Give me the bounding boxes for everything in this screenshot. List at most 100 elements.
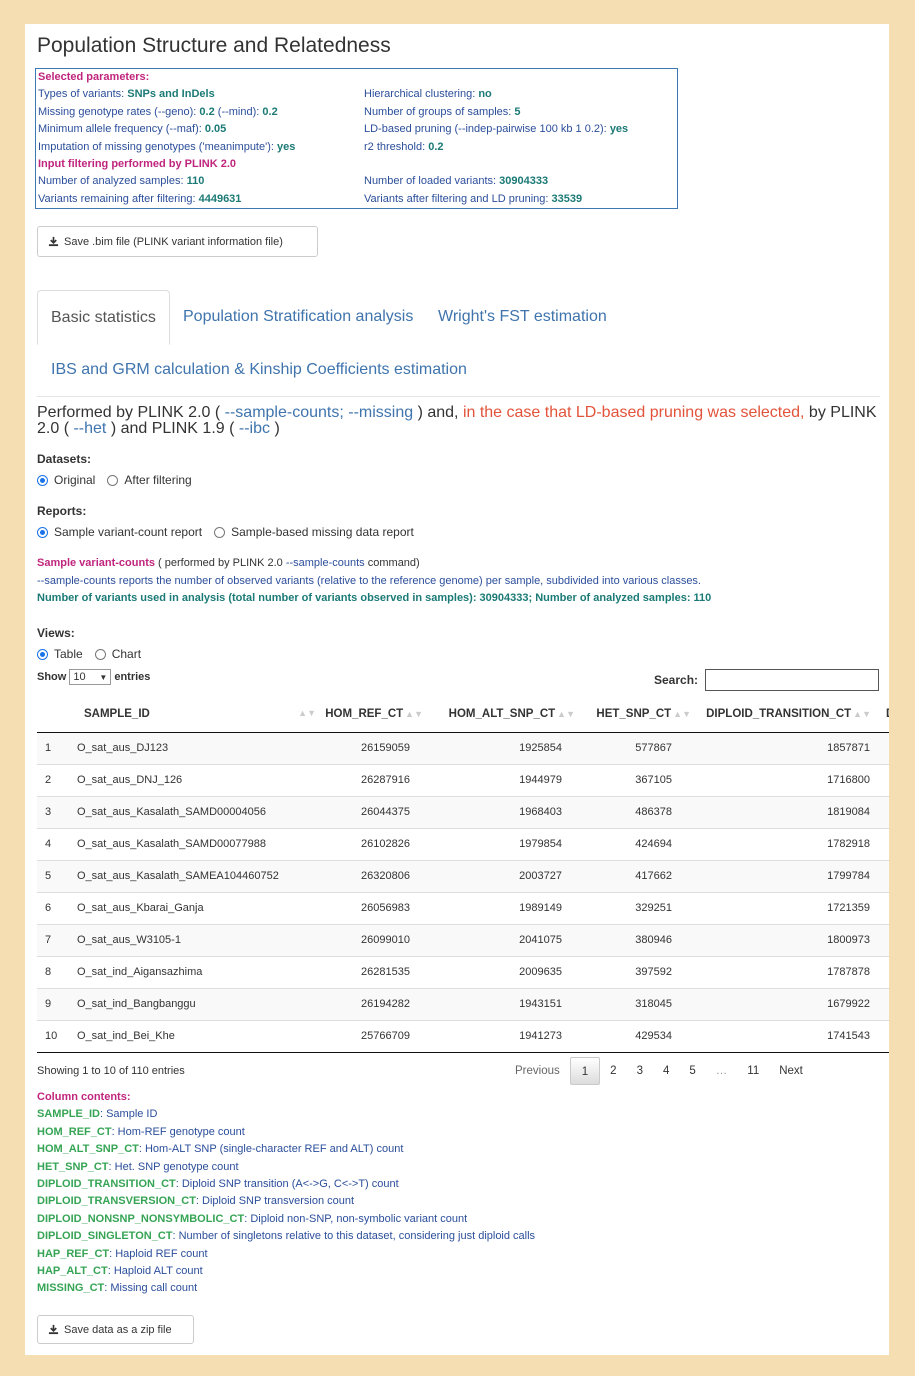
pagination-previous[interactable]: Previous [505, 1057, 570, 1085]
column-content-item: DIPLOID_NONSNP_NONSYMBOLIC_CT: Diploid n… [37, 1212, 468, 1225]
cell-truncated [872, 795, 889, 828]
cell-sample-id: O_sat_aus_Kasalath_SAMD00077988 [76, 827, 323, 860]
params-right: Hierarchical clustering: no Number of gr… [364, 69, 628, 208]
radio-unchecked-icon[interactable] [107, 474, 119, 486]
chevron-down-icon: ▼ [99, 672, 108, 682]
cell-diploid-transition-ct: 1716800 [692, 763, 872, 796]
header-het-snp-ct[interactable]: HET_SNP_CT ▲▼ [576, 696, 692, 733]
radio-unchecked-icon[interactable] [214, 526, 226, 538]
sort-icon: ▲▼ [853, 708, 871, 719]
radio-after-filtering[interactable]: After filtering [107, 473, 192, 487]
header-hom-ref-ct[interactable]: HOM_REF_CT ▲▼ [323, 696, 424, 733]
column-content-item: HET_SNP_CT: Het. SNP genotype count [37, 1160, 239, 1173]
radio-chart[interactable]: Chart [94, 647, 141, 661]
sort-icon: ▲▼ [673, 708, 691, 719]
cell-diploid-transition-ct: 1679922 [692, 987, 872, 1020]
cell-index: 1 [37, 731, 76, 764]
radio-unchecked-icon[interactable] [94, 648, 106, 660]
cell-truncated [872, 731, 889, 764]
table-info: Showing 1 to 10 of 110 entries [37, 1065, 185, 1077]
table-row[interactable]: 5 O_sat_aus_Kasalath_SAMEA104460752 263208… [37, 859, 889, 892]
cell-hom-alt-snp-ct: 1943151 [424, 987, 576, 1020]
download-icon [48, 236, 59, 247]
table-row[interactable]: 2 O_sat_aus_DNJ_126 26287916 1944979 367105 1… [37, 763, 889, 796]
cell-diploid-transition-ct: 1721359 [692, 891, 872, 924]
column-content-item: HOM_ALT_SNP_CT: Hom-ALT SNP (single-char… [37, 1143, 404, 1156]
cell-hom-ref-ct: 26320806 [323, 859, 424, 892]
cell-het-snp-ct: 318045 [576, 987, 692, 1020]
table-row[interactable]: 7 O_sat_aus_W3105-1 26099010 2041075 380946 1… [37, 923, 889, 956]
param-missing-rates: Missing genotype rates (--geno): 0.2 (--… [38, 105, 278, 118]
sample-counts-table: SAMPLE_ID ▲▼ HOM_REF_CT ▲▼ HOM_ALT_SNP_CT ▲… [37, 696, 889, 1053]
column-content-item: MISSING_CT: Missing call count [37, 1282, 198, 1295]
page-5[interactable]: 5 [679, 1057, 705, 1085]
table-row[interactable]: 9 O_sat_ind_Bangbanggu 26194282 1943151 3180… [37, 987, 889, 1020]
page-11[interactable]: 11 [737, 1057, 769, 1085]
cell-diploid-transition-ct: 1819084 [692, 795, 872, 828]
sort-icon: ▲▼ [298, 707, 316, 718]
header-truncated[interactable]: D [872, 696, 889, 733]
radio-checked-icon[interactable] [37, 648, 48, 660]
params-left: Selected parameters: Types of variants: … [38, 69, 295, 208]
svc-description: --sample-counts reports the number of ob… [37, 574, 701, 587]
save-bim-button[interactable]: Save .bim file (PLINK variant informatio… [37, 226, 318, 257]
cell-diploid-transition-ct: 1741543 [692, 1019, 872, 1053]
header-index [37, 696, 76, 733]
filter-header: Input filtering performed by PLINK 2.0 [38, 158, 237, 171]
analyzed-samples: Number of analyzed samples: 110 [38, 175, 205, 188]
tab-ibs-grm[interactable]: IBS and GRM calculation & Kinship Coeffi… [51, 361, 467, 379]
page-3[interactable]: 3 [627, 1057, 653, 1085]
column-contents: Column contents: SAMPLE_ID: Sample ID HOM… [37, 1089, 535, 1298]
table-row[interactable]: 3 O_sat_aus_Kasalath_SAMD00004056 26044375… [37, 795, 889, 828]
header-sample-id[interactable]: SAMPLE_ID ▲▼ [76, 696, 323, 733]
radio-sample-variant-count[interactable]: Sample variant-count report [37, 525, 202, 539]
cell-hom-alt-snp-ct: 1989149 [424, 891, 576, 924]
reports-radio-group: Sample variant-count report Sample-based… [37, 525, 414, 539]
param-ld-pruning: LD-based pruning (--indep-pairwise 100 k… [364, 123, 629, 136]
page-4[interactable]: 4 [653, 1057, 679, 1085]
column-content-item: HAP_ALT_CT: Haploid ALT count [37, 1265, 203, 1278]
cell-hom-ref-ct: 26099010 [323, 923, 424, 956]
search-input[interactable] [705, 669, 879, 691]
cell-truncated [872, 987, 889, 1020]
cell-sample-id: O_sat_aus_Kbarai_Ganja [76, 891, 323, 924]
cell-hom-ref-ct: 26056983 [323, 891, 424, 924]
cell-diploid-transition-ct: 1782918 [692, 827, 872, 860]
cell-sample-id: O_sat_aus_Kasalath_SAMEA104460752 [76, 859, 323, 892]
cell-hom-ref-ct: 26281535 [323, 955, 424, 988]
save-zip-label: Save data as a zip file [64, 1323, 172, 1336]
save-zip-button[interactable]: Save data as a zip file [37, 1315, 194, 1344]
views-radio-group: Table Chart [37, 647, 141, 661]
cell-het-snp-ct: 329251 [576, 891, 692, 924]
tab-wright-fst[interactable]: Wright's FST estimation [438, 308, 607, 326]
table-row[interactable]: 10 O_sat_ind_Bei_Khe 25766709 1941273 429534… [37, 1019, 889, 1053]
radio-table[interactable]: Table [37, 647, 83, 661]
cell-truncated [872, 955, 889, 988]
cell-hom-ref-ct: 26044375 [323, 795, 424, 828]
column-contents-header: Column contents: [37, 1091, 131, 1103]
entries-select[interactable]: 10 ▼ [69, 669, 112, 685]
radio-checked-icon[interactable] [37, 474, 48, 486]
table-row[interactable]: 1 O_sat_aus_DJ123 26159059 1925854 577867 185… [37, 731, 889, 764]
table-row[interactable]: 8 O_sat_ind_Aigansazhima 26281535 2009635 39… [37, 955, 889, 988]
page-2[interactable]: 2 [600, 1057, 626, 1085]
cell-hom-alt-snp-ct: 1941273 [424, 1019, 576, 1053]
cell-truncated [872, 1019, 889, 1053]
header-diploid-transition-ct[interactable]: DIPLOID_TRANSITION_CT ▲▼ [692, 696, 872, 733]
cell-sample-id: O_sat_aus_Kasalath_SAMD00004056 [76, 795, 323, 828]
header-hom-alt-snp-ct[interactable]: HOM_ALT_SNP_CT ▲▼ [424, 696, 576, 733]
radio-sample-missing-data[interactable]: Sample-based missing data report [214, 525, 414, 539]
param-groups: Number of groups of samples: 5 [364, 105, 521, 118]
loaded-variants: Number of loaded variants: 30904333 [364, 175, 549, 188]
column-content-item: HAP_REF_CT: Haploid REF count [37, 1247, 208, 1260]
tab-population-stratification[interactable]: Population Stratification analysis [183, 308, 413, 326]
radio-checked-icon[interactable] [37, 526, 48, 538]
cell-index: 5 [37, 859, 76, 892]
tab-basic-statistics[interactable]: Basic statistics [37, 290, 170, 345]
page-1[interactable]: 1 [569, 1057, 601, 1085]
radio-original[interactable]: Original [37, 473, 95, 487]
cell-hom-alt-snp-ct: 2009635 [424, 955, 576, 988]
table-row[interactable]: 4 O_sat_aus_Kasalath_SAMD00077988 26102826… [37, 827, 889, 860]
table-row[interactable]: 6 O_sat_aus_Kbarai_Ganja 26056983 1989149 32… [37, 891, 889, 924]
pagination-next[interactable]: Next [769, 1057, 813, 1085]
